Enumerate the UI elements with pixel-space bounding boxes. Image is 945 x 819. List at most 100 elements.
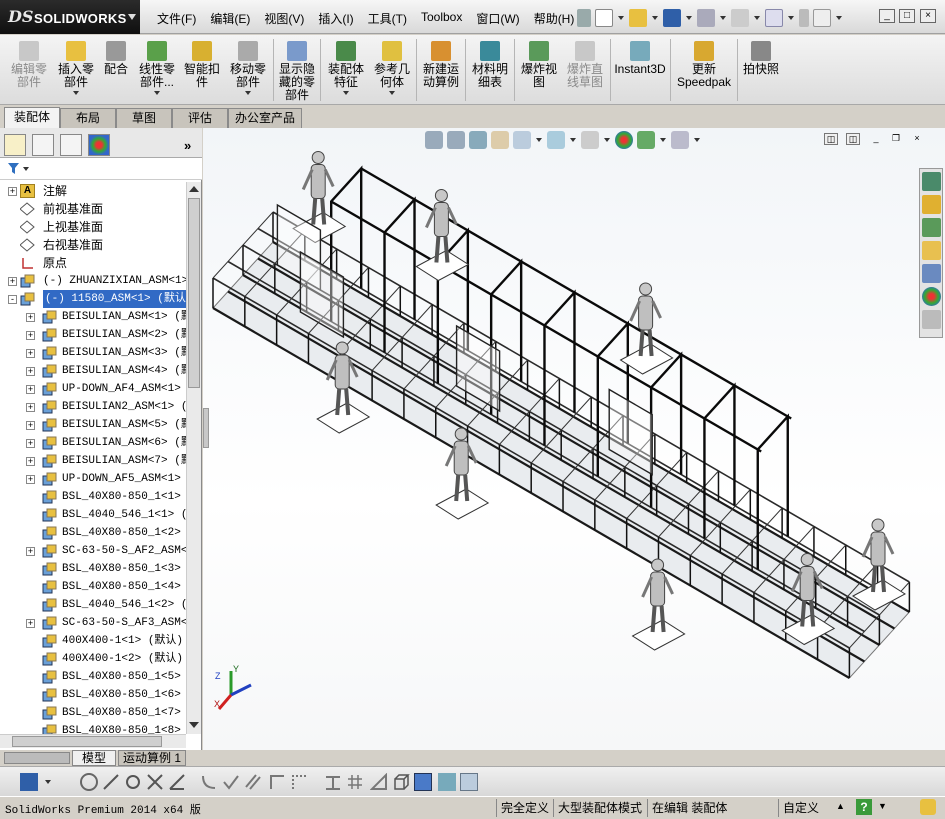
undo-dropdown-arrow-icon[interactable]: [754, 16, 760, 20]
reference-geometry-button[interactable]: 参考几何体: [372, 37, 412, 95]
filter-funnel-icon[interactable]: [8, 163, 30, 175]
assembly-features-dropdown-icon[interactable]: [343, 91, 349, 95]
menu-view[interactable]: 视图(V): [257, 10, 311, 27]
smart-fasteners-button[interactable]: 智能扣件: [182, 37, 222, 89]
expand-node-icon[interactable]: +: [26, 547, 35, 556]
new-dropdown-arrow-icon[interactable]: [618, 16, 624, 20]
custom-properties-icon[interactable]: [922, 310, 941, 329]
tab-layout[interactable]: 布局: [60, 108, 116, 128]
angle-icon[interactable]: [168, 773, 186, 791]
units-up-arrow-icon[interactable]: ▲: [836, 801, 845, 811]
table-icon[interactable]: [460, 773, 478, 791]
tree-horizontal-scroll-thumb[interactable]: [12, 736, 162, 747]
tree-node[interactable]: - (-) 11580_ASM<1> (默认): [0, 290, 186, 308]
linear-pattern-dropdown-icon[interactable]: [154, 91, 160, 95]
expand-node-icon[interactable]: +: [8, 187, 17, 196]
expand-node-icon[interactable]: +: [8, 277, 17, 286]
select-cursor-icon[interactable]: [765, 9, 783, 27]
help-dropdown-arrow-icon[interactable]: [836, 16, 842, 20]
tree-node[interactable]: + BEISULIAN_ASM<2> (默认: [0, 326, 186, 344]
tree-node[interactable]: BSL_4040_546_1<2> (默: [0, 596, 186, 614]
insert-component-button[interactable]: 插入零部件: [54, 37, 98, 95]
tree-node[interactable]: + BEISULIAN_ASM<3> (默认: [0, 344, 186, 362]
print-dropdown-arrow-icon[interactable]: [720, 16, 726, 20]
update-speedpak-button[interactable]: 更新Speedpak: [674, 37, 734, 89]
save-dropdown-arrow-icon[interactable]: [686, 16, 692, 20]
open-dropdown-arrow-icon[interactable]: [652, 16, 658, 20]
tree-node[interactable]: + BEISULIAN2_ASM<1> (默: [0, 398, 186, 416]
restore-window-icon[interactable]: □: [899, 9, 915, 23]
grid-icon[interactable]: [346, 773, 364, 791]
tree-node[interactable]: 上视基准面: [0, 218, 186, 236]
sketch-fillet-icon[interactable]: [200, 773, 218, 791]
linear-pattern-button[interactable]: 线性零部件...: [134, 37, 180, 95]
section-camera-icon[interactable]: [438, 773, 456, 791]
menu-file[interactable]: 文件(F): [150, 10, 203, 27]
move-component-button[interactable]: 移动零部件: [226, 37, 270, 95]
scroll-up-arrow-icon[interactable]: [189, 186, 199, 192]
tree-node[interactable]: 400X400-1<2> (默认): [0, 650, 186, 668]
tab-scroll-arrows-icon[interactable]: [4, 752, 70, 764]
expand-node-icon[interactable]: +: [26, 421, 35, 430]
move-component-dropdown-icon[interactable]: [245, 91, 251, 95]
tree-node[interactable]: BSL_40X80-850_1<1> (: [0, 488, 186, 506]
expand-node-icon[interactable]: +: [26, 457, 35, 466]
tree-node[interactable]: + BEISULIAN_ASM<7> (默认: [0, 452, 186, 470]
cube-icon[interactable]: [392, 773, 410, 791]
help-question-icon[interactable]: ?: [856, 799, 872, 815]
mirror-icon[interactable]: [324, 773, 342, 791]
mate-button[interactable]: 配合: [100, 37, 132, 76]
graphics-viewport[interactable]: ◫ ◫ _ ❐ × Y Z X: [203, 128, 945, 750]
pin-icon[interactable]: [577, 9, 591, 27]
help-dropdown-arrow-icon[interactable]: ▼: [878, 801, 887, 811]
corner-icon[interactable]: [268, 773, 286, 791]
point-icon[interactable]: [80, 773, 98, 791]
tree-node[interactable]: + UP-DOWN_AF5_ASM<1> (: [0, 470, 186, 488]
tree-node[interactable]: + A 注解: [0, 182, 186, 200]
collapse-node-icon[interactable]: -: [8, 295, 17, 304]
select-dropdown-arrow-icon[interactable]: [788, 16, 794, 20]
expand-node-icon[interactable]: +: [26, 349, 35, 358]
tree-node[interactable]: + BEISULIAN_ASM<4> (默认: [0, 362, 186, 380]
tree-node[interactable]: BSL_40X80-850_1<4> (: [0, 578, 186, 596]
display-manager-tab-icon[interactable]: [88, 134, 110, 156]
tree-node[interactable]: + SC-63-50-S_AF2_ASM<1>: [0, 542, 186, 560]
new-motion-study-button[interactable]: 新建运动算例: [420, 37, 462, 89]
tree-node[interactable]: 原点: [0, 254, 186, 272]
view-palette-icon[interactable]: [922, 264, 941, 283]
tree-horizontal-scrollbar[interactable]: [0, 734, 186, 748]
menu-tools[interactable]: 工具(T): [361, 10, 414, 27]
shaded-cube-icon[interactable]: [414, 773, 432, 791]
tree-node[interactable]: 400X400-1<1> (默认): [0, 632, 186, 650]
expand-node-icon[interactable]: +: [26, 385, 35, 394]
rebuild-icon[interactable]: [799, 9, 809, 27]
menu-window[interactable]: 窗口(W): [469, 10, 526, 27]
explode-line-sketch-button[interactable]: 爆炸直线草图: [564, 37, 606, 89]
tree-node[interactable]: BSL_40X80-850_1<5> (: [0, 668, 186, 686]
tree-node[interactable]: BSL_40X80-850_1<7> (: [0, 704, 186, 722]
undo-icon[interactable]: [731, 9, 749, 27]
print-icon[interactable]: [697, 9, 715, 27]
home-icon[interactable]: [922, 195, 941, 214]
minimize-window-icon[interactable]: _: [879, 9, 895, 23]
assembly-model-render[interactable]: [203, 128, 945, 750]
help-icon[interactable]: [813, 9, 831, 27]
parallel-lines-icon[interactable]: [244, 773, 262, 791]
check-icon[interactable]: [222, 773, 240, 791]
menu-toolbox[interactable]: Toolbox: [414, 10, 469, 27]
instant3d-button[interactable]: Instant3D: [613, 37, 667, 76]
tree-node[interactable]: 右视基准面: [0, 236, 186, 254]
close-window-icon[interactable]: ×: [920, 9, 936, 23]
tree-vertical-scroll-thumb[interactable]: [188, 198, 200, 388]
design-library-icon[interactable]: [922, 218, 941, 237]
tree-node[interactable]: + SC-63-50-S_AF3_ASM<1>: [0, 614, 186, 632]
save-icon[interactable]: [20, 773, 38, 791]
feature-manager-tab-icon[interactable]: [4, 134, 26, 156]
file-explorer-icon[interactable]: [922, 241, 941, 260]
expand-node-icon[interactable]: +: [26, 439, 35, 448]
new-document-icon[interactable]: [595, 9, 613, 27]
menu-insert[interactable]: 插入(I): [311, 10, 360, 27]
property-manager-tab-icon[interactable]: [32, 134, 54, 156]
tree-node[interactable]: BSL_4040_546_1<1> (默: [0, 506, 186, 524]
expand-node-icon[interactable]: +: [26, 403, 35, 412]
